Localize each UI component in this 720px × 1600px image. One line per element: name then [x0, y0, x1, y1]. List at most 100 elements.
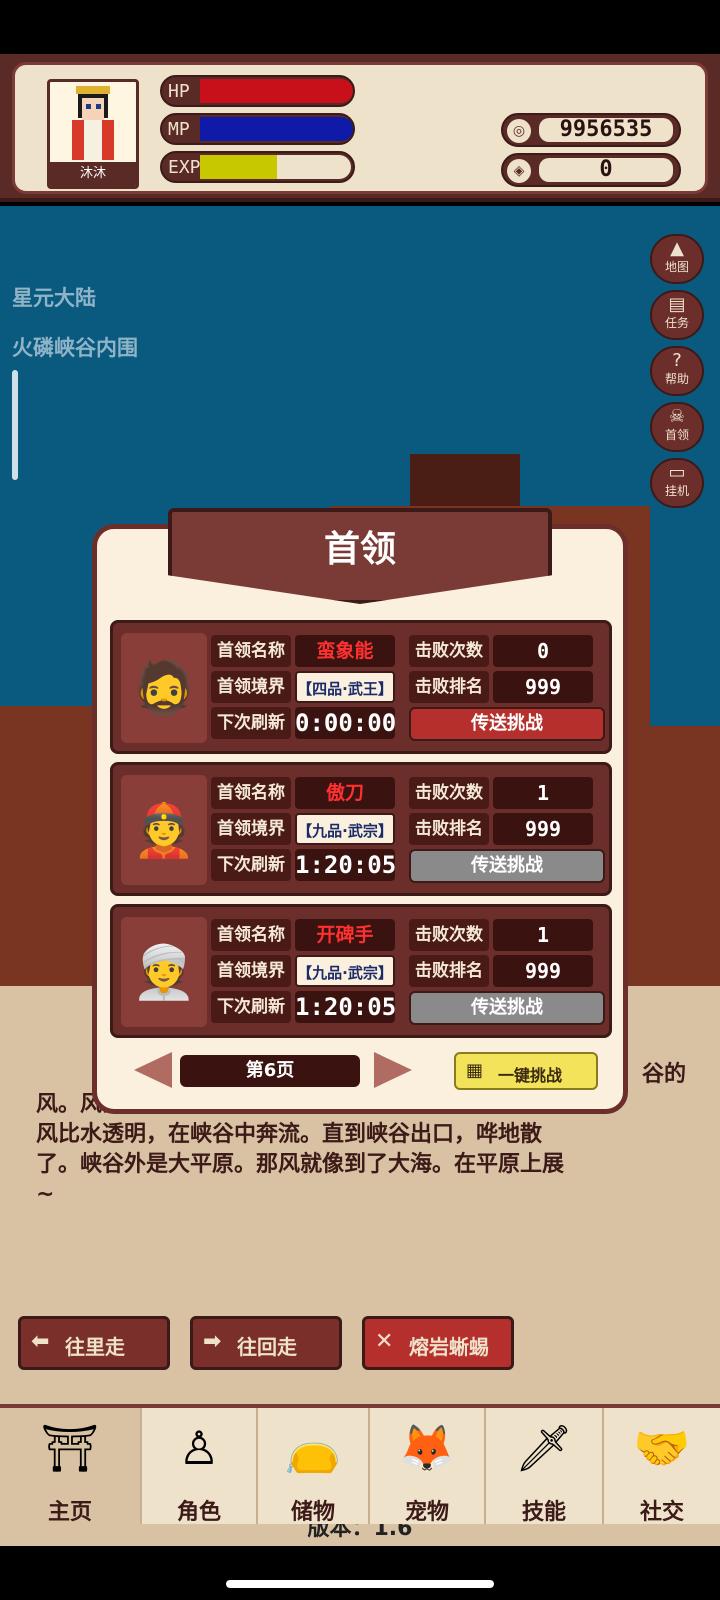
question-icon: ?	[672, 350, 682, 371]
nav-label: 技能	[521, 1500, 566, 1525]
exp-bar: EXP	[160, 151, 355, 183]
fox-icon: 🦊	[398, 1421, 456, 1475]
next-page-arrow-icon[interactable]	[374, 1052, 412, 1088]
region-name: 星元大陆	[12, 286, 96, 310]
forward-label: 往里走	[65, 1335, 125, 1359]
handshake-icon: 🤝	[633, 1421, 691, 1475]
boss-defeats: 0	[493, 635, 593, 667]
back-label: 往回走	[237, 1335, 297, 1359]
label-name: 首领名称	[211, 919, 291, 951]
label-name: 首领名称	[211, 635, 291, 667]
side-label: 帮助	[664, 372, 689, 386]
side-label: 地图	[664, 260, 689, 274]
sword-icon: 🗡	[514, 1421, 574, 1475]
gem-icon: ◈	[507, 159, 531, 183]
challenge-button[interactable]: 传送挑战	[409, 849, 605, 883]
page-indicator: 第6页	[180, 1055, 360, 1087]
nav-label: 储物	[290, 1500, 335, 1525]
version-text: 版本：1.6	[0, 1524, 720, 1546]
side-label: 任务	[664, 316, 689, 330]
label-rank: 击败排名	[409, 813, 489, 845]
player-name: 沐沐	[50, 162, 136, 186]
nav-item-skill[interactable]: 🗡 技能	[486, 1408, 604, 1528]
hp-bar: HP	[160, 75, 355, 107]
label-name: 首领名称	[211, 777, 291, 809]
label-realm: 首领境界	[211, 813, 291, 845]
hp-label: HP	[168, 81, 190, 102]
monster-button[interactable]: ✕ 熔岩蜥蜴	[362, 1316, 514, 1370]
label-defeats: 击败次数	[409, 919, 489, 951]
cliff-left	[0, 706, 100, 1006]
mp-bar: MP	[160, 113, 355, 145]
system-bar	[0, 1546, 720, 1600]
side-label: 首领	[664, 428, 689, 442]
nav-item-home[interactable]: ⛩ 主页	[0, 1408, 142, 1528]
coin-value: 9956535	[539, 118, 673, 142]
side-button-map[interactable]: ▲ 地图	[650, 234, 704, 284]
modal-title: 首领	[323, 529, 396, 570]
scroll-indicator[interactable]	[12, 370, 18, 480]
label-rank: 击败排名	[409, 671, 489, 703]
nav-item-storage[interactable]: 👝 储物	[258, 1408, 370, 1528]
coin-counter: ◎ 9956535	[501, 113, 681, 147]
boss-name: 开碑手	[295, 919, 395, 951]
monitor-icon: ▭	[668, 462, 686, 483]
home-indicator[interactable]	[226, 1580, 494, 1588]
boss-card: 👲 首领名称 傲刀 首领境界 【九品·武宗】 下次刷新 1:20:05 击败次数…	[110, 762, 612, 896]
bottom-nav: ⛩ 主页 ♙ 角色 👝 储物 🦊 宠物 🗡 技能 🤝 社交	[0, 1404, 720, 1528]
gem-counter: ◈ 0	[501, 153, 681, 187]
header-panel: 沐沐 HP MP EXP ◎ 9956535 ◈ 0	[12, 62, 708, 194]
one-key-challenge-button[interactable]: ▦ 一键挑战	[454, 1052, 598, 1090]
player-header: 沐沐 HP MP EXP ◎ 9956535 ◈ 0	[0, 54, 720, 202]
film-icon: ▦	[466, 1060, 484, 1081]
prev-page-arrow-icon[interactable]	[134, 1052, 172, 1088]
boss-defeats: 1	[493, 777, 593, 809]
side-button-quest[interactable]: ▤ 任务	[650, 290, 704, 340]
challenge-button[interactable]: 传送挑战	[409, 991, 605, 1025]
boss-realm: 【四品·武王】	[295, 671, 395, 703]
mountain-icon: ▲	[670, 238, 684, 259]
status-bar	[0, 0, 720, 54]
avatar-icon	[72, 86, 114, 160]
mountain-peak	[410, 454, 520, 514]
avatar[interactable]: 沐沐	[47, 79, 139, 189]
story-line: 风比水透明，在峡谷中奔流。直到峡谷出口，哗地散	[36, 1122, 543, 1147]
exp-label: EXP	[168, 157, 201, 178]
nav-item-pet[interactable]: 🦊 宠物	[370, 1408, 486, 1528]
label-refresh: 下次刷新	[211, 849, 291, 881]
boss-refresh: 1:20:05	[295, 991, 397, 1023]
challenge-button[interactable]: 传送挑战	[409, 707, 605, 741]
boss-card: 🧔 首领名称 蛮象能 首领境界 【四品·武王】 下次刷新 0:00:00 击败次…	[110, 620, 612, 754]
nav-item-character[interactable]: ♙ 角色	[142, 1408, 258, 1528]
monster-label: 熔岩蜥蜴	[409, 1335, 489, 1359]
side-button-boss[interactable]: ☠ 首领	[650, 402, 704, 452]
arrow-left-icon: ⬅	[31, 1329, 50, 1354]
boss-portrait: 🧔	[121, 633, 207, 743]
nav-item-social[interactable]: 🤝 社交	[604, 1408, 720, 1528]
boss-icon: ☠	[668, 406, 686, 427]
forward-button[interactable]: ⬅ 往里走	[18, 1316, 170, 1370]
back-button[interactable]: ➡ 往回走	[190, 1316, 342, 1370]
bag-icon: 👝	[284, 1421, 342, 1475]
nav-label: 社交	[639, 1500, 684, 1525]
area-name: 火磷峡谷内围	[12, 336, 138, 360]
coin-icon: ◎	[507, 119, 531, 143]
hp-fill	[200, 79, 353, 103]
boss-card: 👳 首领名称 开碑手 首领境界 【九品·武宗】 下次刷新 1:20:05 击败次…	[110, 904, 612, 1038]
side-button-help[interactable]: ? 帮助	[650, 346, 704, 396]
side-button-idle[interactable]: ▭ 挂机	[650, 458, 704, 508]
boss-rank: 999	[493, 671, 593, 703]
nav-label: 主页	[47, 1500, 92, 1525]
nav-label: 角色	[176, 1500, 221, 1525]
swords-icon: ✕	[375, 1329, 394, 1354]
label-defeats: 击败次数	[409, 777, 489, 809]
arrow-right-icon: ➡	[203, 1329, 222, 1354]
boss-name: 傲刀	[295, 777, 395, 809]
label-refresh: 下次刷新	[211, 991, 291, 1023]
label-defeats: 击败次数	[409, 635, 489, 667]
boss-rank: 999	[493, 813, 593, 845]
boss-defeats: 1	[493, 919, 593, 951]
scroll-icon: ▤	[668, 294, 686, 315]
label-rank: 击败排名	[409, 955, 489, 987]
story-line: 了。峡谷外是大平原。那风就像到了大海。在平原上展	[36, 1152, 565, 1177]
